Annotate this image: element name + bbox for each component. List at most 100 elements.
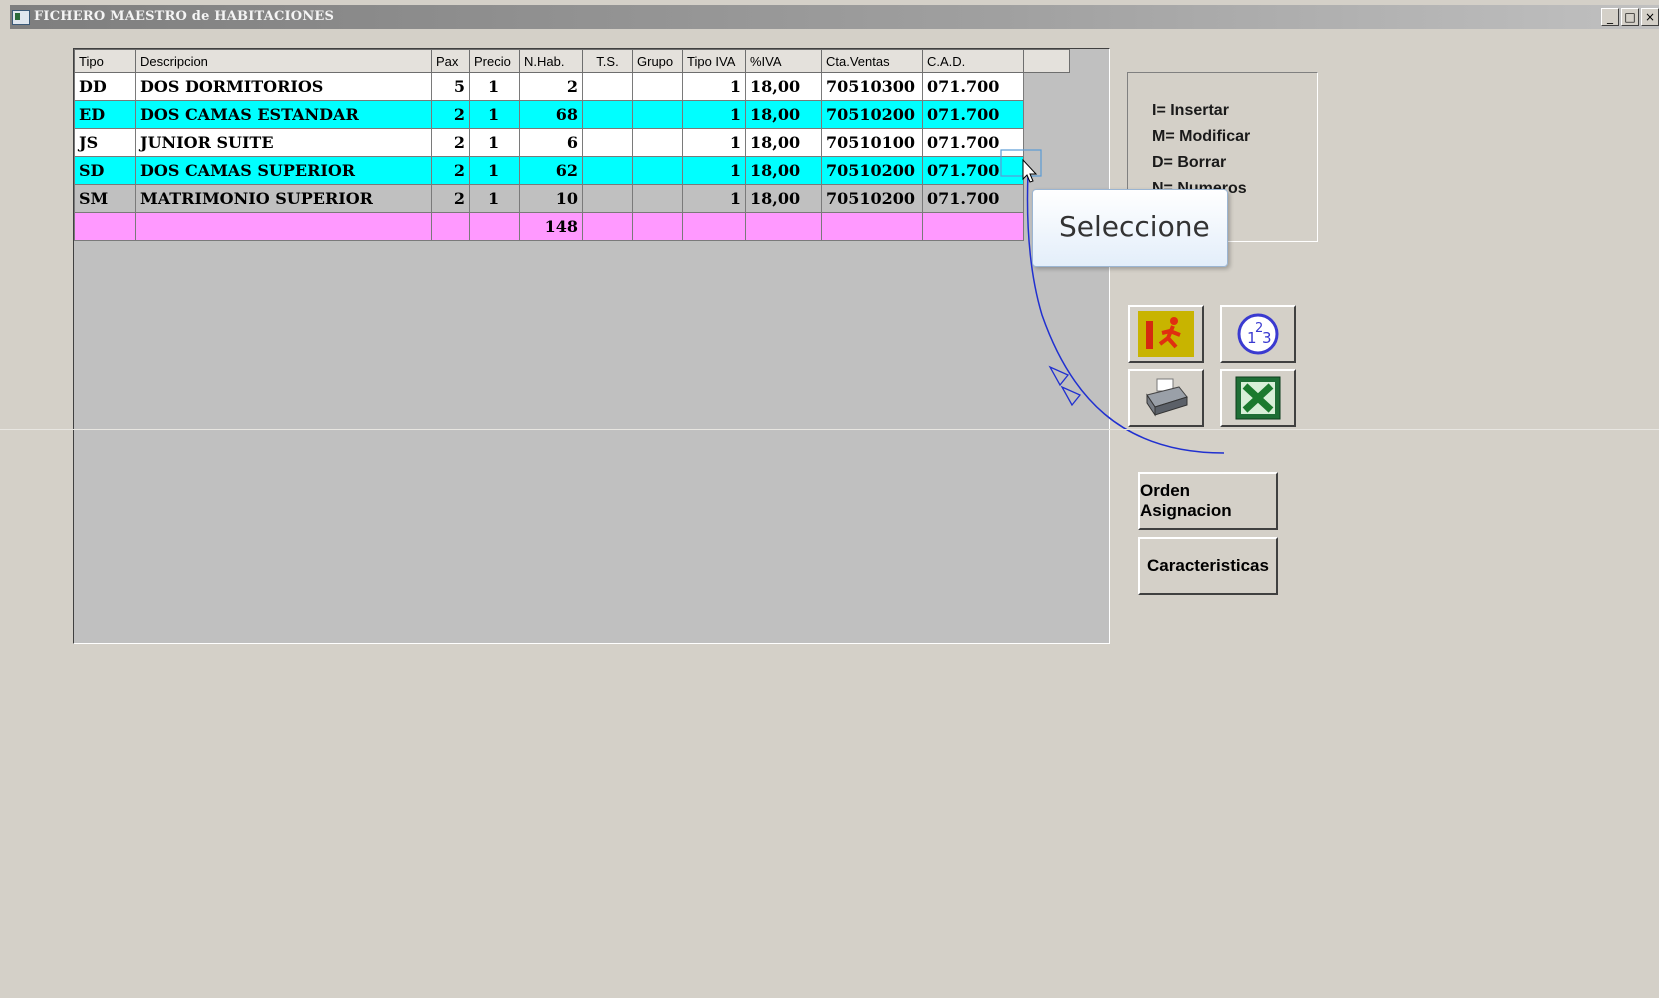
cell-grupo[interactable] bbox=[632, 72, 683, 101]
numbers-button[interactable]: 1 2 3 bbox=[1220, 305, 1296, 363]
cell-iva[interactable]: 18,00 bbox=[745, 128, 822, 157]
totals-row: 148 bbox=[74, 212, 1070, 241]
col-header-ts[interactable]: T.S. bbox=[582, 49, 633, 73]
col-header-precio[interactable]: Precio bbox=[469, 49, 520, 73]
cell-pax[interactable]: 2 bbox=[431, 100, 470, 129]
exit-icon bbox=[1138, 311, 1194, 357]
orden-asignacion-button[interactable]: Orden Asignacion bbox=[1138, 472, 1278, 530]
cell-tipo[interactable]: DD bbox=[74, 72, 136, 101]
col-header-tipo-iva[interactable]: Tipo IVA bbox=[682, 49, 746, 73]
title-bar: FICHERO MAESTRO de HABITACIONES _ □ × bbox=[10, 5, 1659, 29]
cell-tipo-iva[interactable]: 1 bbox=[682, 128, 746, 157]
table-row[interactable]: SD DOS CAMAS SUPERIOR 2 1 62 1 18,00 705… bbox=[74, 156, 1070, 185]
cell-nhab[interactable]: 68 bbox=[519, 100, 583, 129]
cell-iva[interactable]: 18,00 bbox=[745, 100, 822, 129]
cell-nhab[interactable]: 2 bbox=[519, 72, 583, 101]
cell-grupo[interactable] bbox=[632, 156, 683, 185]
cell-nhab[interactable]: 62 bbox=[519, 156, 583, 185]
cell-nhab[interactable]: 10 bbox=[519, 184, 583, 213]
restore-button[interactable]: □ bbox=[1621, 8, 1639, 26]
cell-pax[interactable]: 2 bbox=[431, 156, 470, 185]
rooms-grid[interactable]: Tipo Descripcion Pax Precio N.Hab. T.S. … bbox=[73, 48, 1110, 644]
cell-cta-ventas[interactable]: 70510300 bbox=[821, 72, 923, 101]
table-row[interactable]: ED DOS CAMAS ESTANDAR 2 1 68 1 18,00 705… bbox=[74, 100, 1070, 129]
tooltip-text: Seleccione bbox=[1059, 210, 1210, 243]
app-icon bbox=[12, 10, 30, 25]
cell-descripcion[interactable]: MATRIMONIO SUPERIOR bbox=[135, 184, 432, 213]
excel-icon bbox=[1235, 376, 1281, 420]
col-header-descripcion[interactable]: Descripcion bbox=[135, 49, 432, 73]
svg-text:3: 3 bbox=[1262, 329, 1272, 347]
cell-precio[interactable]: 1 bbox=[469, 72, 520, 101]
col-header-cta-ventas[interactable]: Cta.Ventas bbox=[821, 49, 923, 73]
cell-tipo[interactable]: JS bbox=[74, 128, 136, 157]
divider-line bbox=[0, 429, 1659, 430]
cell-tipo[interactable]: ED bbox=[74, 100, 136, 129]
cell-tipo[interactable]: SD bbox=[74, 156, 136, 185]
cell-iva[interactable]: 18,00 bbox=[745, 156, 822, 185]
col-header-grupo[interactable]: Grupo bbox=[632, 49, 683, 73]
cell-tipo-iva[interactable]: 1 bbox=[682, 72, 746, 101]
rooms-table: Tipo Descripcion Pax Precio N.Hab. T.S. … bbox=[74, 49, 1070, 241]
cell-cta-ventas[interactable]: 70510200 bbox=[821, 184, 923, 213]
table-row[interactable]: SM MATRIMONIO SUPERIOR 2 1 10 1 18,00 70… bbox=[74, 184, 1070, 213]
cell-cad[interactable]: 071.700 bbox=[922, 100, 1024, 129]
cell-iva[interactable]: 18,00 bbox=[745, 184, 822, 213]
col-header-tipo[interactable]: Tipo bbox=[74, 49, 136, 73]
legend-modify: M= Modificar bbox=[1152, 128, 1251, 145]
cell-ts[interactable] bbox=[582, 156, 633, 185]
cell-descripcion[interactable]: JUNIOR SUITE bbox=[135, 128, 432, 157]
col-header-nhab[interactable]: N.Hab. bbox=[519, 49, 583, 73]
cell-grupo[interactable] bbox=[632, 184, 683, 213]
cell-grupo[interactable] bbox=[632, 100, 683, 129]
excel-export-button[interactable] bbox=[1220, 369, 1296, 427]
cell-ts[interactable] bbox=[582, 184, 633, 213]
cell-ts[interactable] bbox=[582, 128, 633, 157]
col-header-cad[interactable]: C.A.D. bbox=[922, 49, 1024, 73]
col-header-blank bbox=[1023, 49, 1070, 73]
cell-cad[interactable]: 071.700 bbox=[922, 156, 1024, 185]
cell-ts[interactable] bbox=[582, 100, 633, 129]
cell-tipo-iva[interactable]: 1 bbox=[682, 156, 746, 185]
cell-cta-ventas[interactable]: 70510200 bbox=[821, 156, 923, 185]
cell-iva[interactable]: 18,00 bbox=[745, 72, 822, 101]
cell-descripcion[interactable]: DOS DORMITORIOS bbox=[135, 72, 432, 101]
header-row: Tipo Descripcion Pax Precio N.Hab. T.S. … bbox=[74, 49, 1070, 73]
cell-grupo[interactable] bbox=[632, 128, 683, 157]
cell-precio[interactable]: 1 bbox=[469, 100, 520, 129]
exit-button[interactable] bbox=[1128, 305, 1204, 363]
cell-cta-ventas[interactable]: 70510200 bbox=[821, 100, 923, 129]
cell-descripcion[interactable]: DOS CAMAS ESTANDAR bbox=[135, 100, 432, 129]
cell-precio[interactable]: 1 bbox=[469, 156, 520, 185]
cell-pax[interactable]: 5 bbox=[431, 72, 470, 101]
printer-icon bbox=[1146, 378, 1188, 417]
cell-tipo[interactable]: SM bbox=[74, 184, 136, 213]
caracteristicas-button[interactable]: Caracteristicas bbox=[1138, 537, 1278, 595]
table-row[interactable]: JS JUNIOR SUITE 2 1 6 1 18,00 70510100 0… bbox=[74, 128, 1070, 157]
cell-precio[interactable]: 1 bbox=[469, 128, 520, 157]
cell-cta-ventas[interactable]: 70510100 bbox=[821, 128, 923, 157]
cell-nhab[interactable]: 6 bbox=[519, 128, 583, 157]
numbers-icon: 1 2 3 bbox=[1237, 313, 1279, 355]
close-button[interactable]: × bbox=[1641, 8, 1659, 26]
cell-cad[interactable]: 071.700 bbox=[922, 184, 1024, 213]
cell-pax[interactable]: 2 bbox=[431, 128, 470, 157]
legend-insert: I= Insertar bbox=[1152, 102, 1229, 119]
cell-descripcion[interactable]: DOS CAMAS SUPERIOR bbox=[135, 156, 432, 185]
legend-delete: D= Borrar bbox=[1152, 154, 1227, 171]
cell-tipo-iva[interactable]: 1 bbox=[682, 100, 746, 129]
total-nhab: 148 bbox=[519, 212, 583, 241]
print-button[interactable] bbox=[1128, 369, 1204, 427]
cell-cad[interactable]: 071.700 bbox=[922, 72, 1024, 101]
cell-precio[interactable]: 1 bbox=[469, 184, 520, 213]
cell-tipo-iva[interactable]: 1 bbox=[682, 184, 746, 213]
cell-pax[interactable]: 2 bbox=[431, 184, 470, 213]
cell-ts[interactable] bbox=[582, 72, 633, 101]
cell-cad[interactable]: 071.700 bbox=[922, 128, 1024, 157]
tooltip-balloon: Seleccione bbox=[1032, 189, 1228, 267]
col-header-pax[interactable]: Pax bbox=[431, 49, 470, 73]
minimize-button[interactable]: _ bbox=[1601, 8, 1619, 26]
window-title: FICHERO MAESTRO de HABITACIONES bbox=[34, 9, 335, 24]
col-header-iva[interactable]: %IVA bbox=[745, 49, 822, 73]
table-row[interactable]: DD DOS DORMITORIOS 5 1 2 1 18,00 7051030… bbox=[74, 72, 1070, 101]
